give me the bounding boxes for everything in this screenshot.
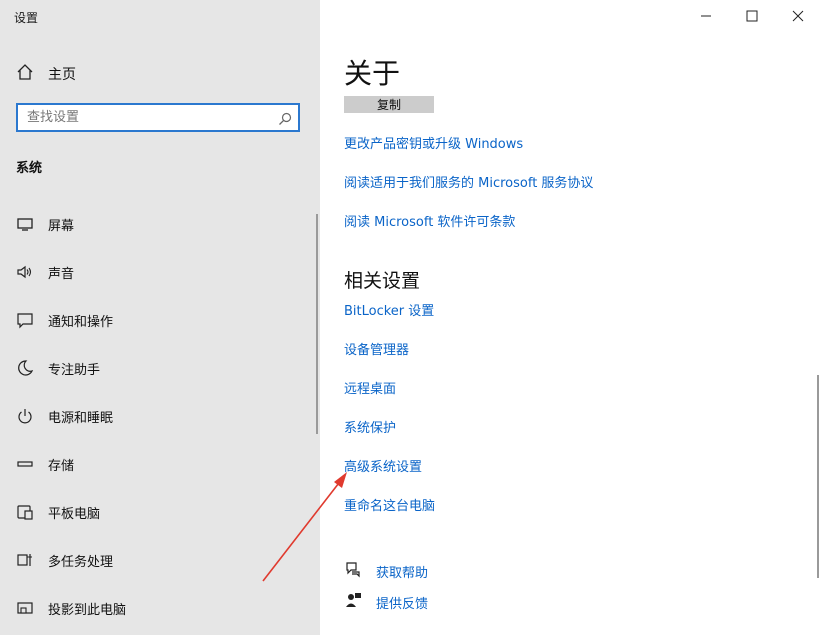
link-device-manager[interactable]: 设备管理器	[344, 339, 409, 358]
related-settings-title: 相关设置	[344, 270, 421, 292]
sidebar-item-label: 存储	[48, 458, 75, 474]
tablet-icon	[16, 503, 34, 521]
sidebar-item-power[interactable]: 电源和睡眠	[16, 403, 113, 429]
help-feedback[interactable]: 提供反馈	[344, 591, 428, 613]
main-scrollbar[interactable]	[817, 375, 819, 578]
search-input[interactable]	[18, 105, 277, 130]
sidebar-item-tablet[interactable]: 平板电脑	[16, 499, 100, 525]
link-change-product-key[interactable]: 更改产品密钥或升级 Windows	[344, 133, 523, 152]
help-get-help-label[interactable]: 获取帮助	[376, 562, 428, 581]
minimize-button[interactable]	[683, 4, 729, 28]
sidebar-item-notifications[interactable]: 通知和操作	[16, 307, 113, 333]
sidebar-item-label: 专注助手	[48, 362, 101, 378]
sidebar-item-display[interactable]: 屏幕	[16, 211, 74, 237]
sidebar-item-storage[interactable]: 存储	[16, 451, 74, 477]
search-box[interactable]	[16, 103, 300, 132]
sidebar-item-label: 电源和睡眠	[48, 410, 114, 426]
sidebar-item-home[interactable]: 主页	[16, 62, 76, 86]
help-get-help[interactable]: 获取帮助	[344, 560, 428, 582]
page-title: 关于	[344, 57, 401, 90]
maximize-button[interactable]	[729, 4, 775, 28]
sidebar-item-label: 声音	[48, 266, 75, 282]
speaker-icon	[16, 263, 34, 281]
sidebar-item-label: 屏幕	[48, 218, 75, 234]
link-license-terms[interactable]: 阅读 Microsoft 软件许可条款	[344, 211, 515, 230]
close-icon	[792, 7, 804, 26]
sidebar-item-label: 平板电脑	[48, 506, 101, 522]
sidebar-item-focus-assist[interactable]: 专注助手	[16, 355, 100, 381]
link-remote-desktop[interactable]: 远程桌面	[344, 378, 396, 397]
search-icon[interactable]	[278, 111, 292, 130]
link-rename-pc[interactable]: 重命名这台电脑	[344, 495, 435, 514]
storage-icon	[16, 455, 34, 473]
close-button[interactable]	[775, 4, 821, 28]
sidebar-item-home-label: 主页	[48, 67, 76, 83]
link-advanced-system-settings[interactable]: 高级系统设置	[344, 456, 422, 475]
monitor-icon	[16, 215, 34, 233]
help-chat-icon	[344, 560, 362, 582]
link-bitlocker[interactable]: BitLocker 设置	[344, 300, 434, 319]
multitask-icon	[16, 551, 34, 569]
sidebar-scrollbar[interactable]	[316, 214, 318, 434]
moon-icon	[16, 359, 34, 377]
copy-button[interactable]: 复制	[344, 96, 434, 113]
link-system-protection[interactable]: 系统保护	[344, 417, 396, 436]
link-service-agreement[interactable]: 阅读适用于我们服务的 Microsoft 服务协议	[344, 172, 593, 191]
sidebar-item-label: 多任务处理	[48, 554, 114, 570]
feedback-icon	[344, 591, 362, 613]
sidebar-item-label: 通知和操作	[48, 314, 114, 330]
minimize-icon	[700, 7, 712, 26]
home-icon	[16, 63, 34, 85]
help-feedback-label[interactable]: 提供反馈	[376, 593, 428, 612]
sidebar-item-project-to-pc[interactable]: 投影到此电脑	[16, 595, 126, 621]
maximize-icon	[746, 7, 758, 26]
sidebar-item-label: 投影到此电脑	[48, 602, 127, 618]
project-icon	[16, 599, 34, 617]
app-title: 设置	[14, 11, 39, 25]
sidebar-item-multitasking[interactable]: 多任务处理	[16, 547, 113, 573]
sidebar-section-title: 系统	[16, 161, 43, 176]
notification-icon	[16, 311, 34, 329]
power-icon	[16, 407, 34, 425]
sidebar-item-sound[interactable]: 声音	[16, 259, 74, 285]
sidebar: 设置 主页 系统 屏幕 声音 通知和操作 专注助手	[0, 0, 320, 635]
